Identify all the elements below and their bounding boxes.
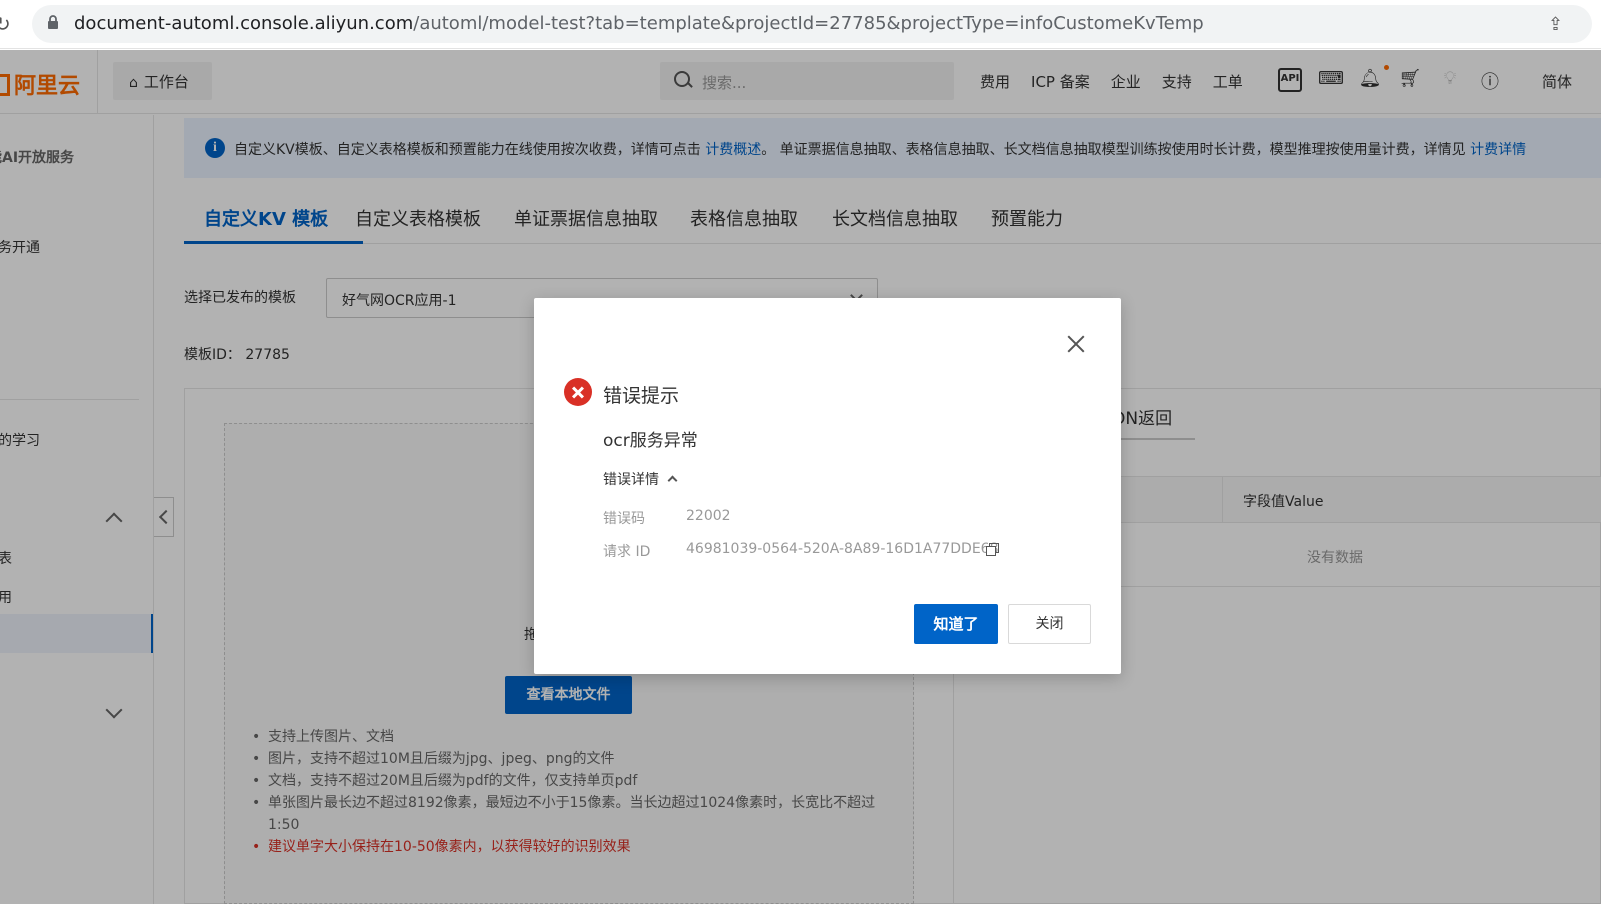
error-code-label: 错误码 [603,511,645,527]
acknowledge-button[interactable]: 知道了 [914,604,998,644]
error-details-toggle[interactable]: 错误详情 [603,469,678,489]
error-icon [564,378,592,406]
request-id-label: 请求 ID [603,544,651,560]
error-details-label: 错误详情 [603,472,659,488]
error-dialog: 错误提示 ocr服务异常 错误详情 错误码 22002 请求 ID 469810… [534,298,1121,674]
share-icon[interactable]: ⇪ [1548,14,1563,35]
url-text[interactable]: document-automl.console.aliyun.com/autom… [74,13,1204,34]
error-code-value: 22002 [686,508,731,524]
url-path: /automl/model-test?tab=template&projectI… [413,13,1204,34]
error-message: ocr服务异常 [603,431,698,451]
close-button[interactable]: 关闭 [1008,604,1091,644]
reload-icon[interactable]: ↻ [0,12,11,36]
request-id-value: 46981039-0564-520A-8A89-16D1A77DDE68 [686,541,999,557]
browser-address-bar: ↻ document-automl.console.aliyun.com/aut… [0,0,1601,49]
lock-icon[interactable] [47,15,59,30]
url-host: document-automl.console.aliyun.com [74,13,414,34]
chevron-up-icon [667,475,678,486]
copy-icon[interactable] [986,543,999,556]
close-icon[interactable] [1064,332,1088,356]
dialog-title: 错误提示 [603,385,680,407]
